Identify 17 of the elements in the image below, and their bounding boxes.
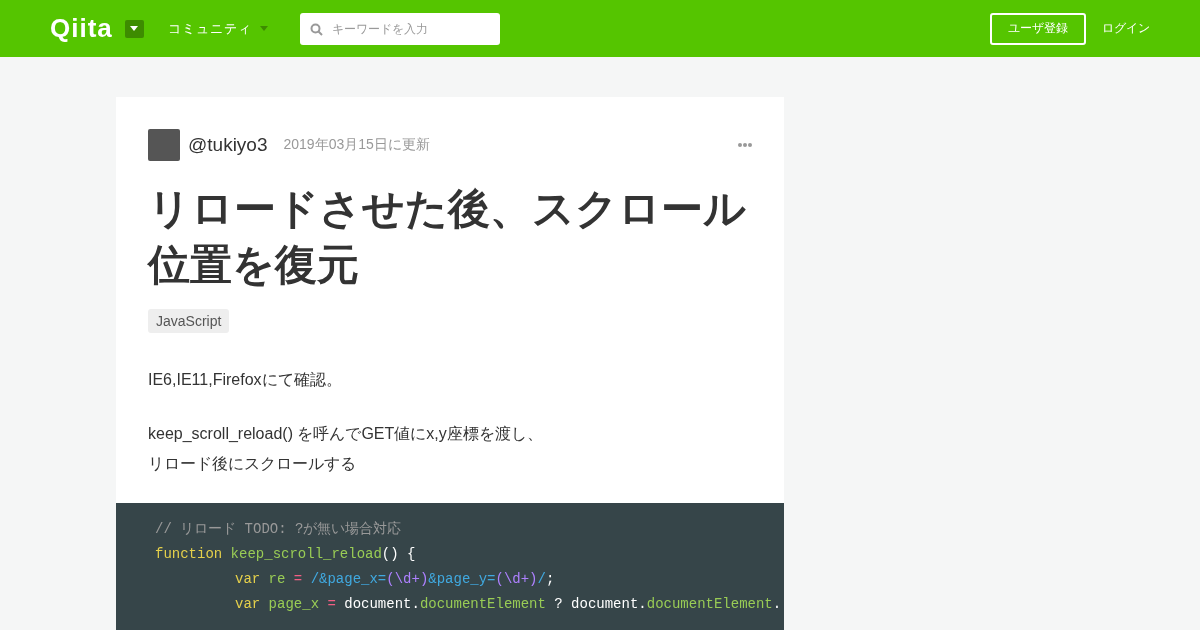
avatar-placeholder <box>148 129 180 161</box>
search-icon <box>309 22 323 36</box>
more-icon[interactable] <box>738 143 752 147</box>
article-title: リロードさせた後、スクロール位置を復元 <box>148 184 747 290</box>
login-link[interactable]: ログイン <box>1102 20 1150 37</box>
caret-icon[interactable] <box>124 19 144 38</box>
code-block: // リロード TODO: ?が無い場合対応 function keep_scroll_reload() { var re = /&page_x=(\d+)&page_y=(\d+)/; var page_x = document.documentElement ? document.documentElement. <box>116 503 784 630</box>
site-logo[interactable]: Qiita <box>50 13 113 44</box>
paragraph: IE6,IE11,Firefoxにて確認。 <box>148 370 343 390</box>
community-menu[interactable]: コミュニティ <box>167 19 268 38</box>
author-name[interactable]: @tukiyo3 <box>188 134 268 156</box>
paragraph: keep_scroll_reload() を呼んでGET値にx,y座標を渡し、 リロード後にスクロールする <box>148 424 544 474</box>
tag[interactable]: JavaScript <box>148 309 230 333</box>
signup-button[interactable]: ユーザ登録 <box>990 12 1086 45</box>
updated-date: 2019年03月15日に更新 <box>283 136 430 154</box>
search-field[interactable]: キーワードを入力 <box>299 12 500 45</box>
caret-icon <box>259 26 268 31</box>
